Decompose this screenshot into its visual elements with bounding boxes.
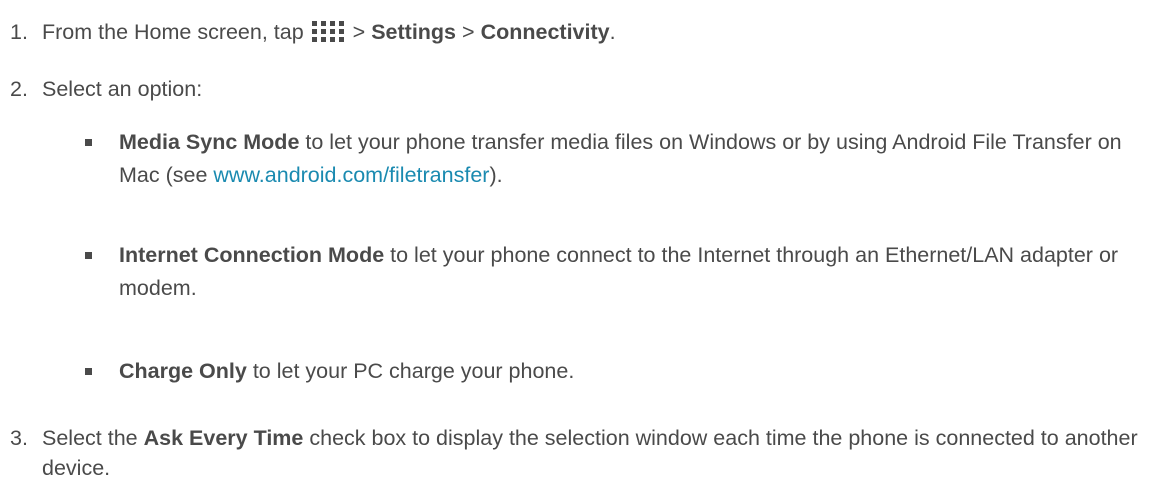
bullet-square-icon <box>85 139 92 146</box>
option-description: to let your PC charge your phone. <box>252 359 575 383</box>
period: . <box>609 20 616 44</box>
option-title: Internet Connection Mode <box>119 243 385 267</box>
ask-every-time-label: Ask Every Time <box>143 426 304 450</box>
step-number: 3. <box>10 426 28 450</box>
option-suffix: ). <box>489 163 503 187</box>
settings-label: Settings <box>371 20 457 44</box>
separator: > <box>462 20 475 44</box>
option-text: Charge Only to let your PC charge your p… <box>119 355 1149 388</box>
option-text: Media Sync Mode to let your phone transf… <box>119 126 1149 192</box>
separator: > <box>352 20 366 44</box>
step-text: Select an option: <box>42 77 203 101</box>
apps-grid-icon <box>311 21 344 42</box>
option-title: Charge Only <box>119 359 247 383</box>
step-prefix: From the Home screen, tap <box>42 20 304 44</box>
option-text: Internet Connection Mode to let your pho… <box>119 239 1149 305</box>
connectivity-label: Connectivity <box>480 20 610 44</box>
bullet-square-icon <box>85 368 92 375</box>
step-text: Select the Ask Every Time check box to d… <box>42 423 1142 483</box>
step-prefix: Select the <box>42 426 138 450</box>
step-number: 2. <box>10 77 28 101</box>
step-text: From the Home screen, tap > Settings > C… <box>42 17 1142 47</box>
bullet-square-icon <box>85 252 92 259</box>
option-title: Media Sync Mode <box>119 130 300 154</box>
step-number: 1. <box>10 20 28 44</box>
filetransfer-link[interactable]: www.android.com/filetransfer <box>213 163 489 187</box>
